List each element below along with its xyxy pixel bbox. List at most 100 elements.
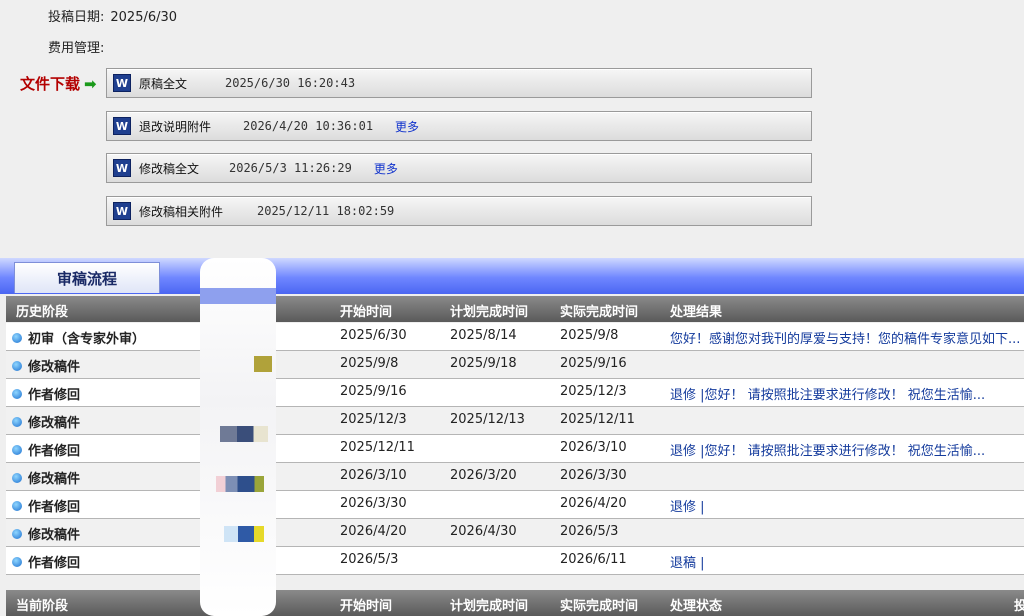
row-actual: 2026/3/10 — [560, 440, 627, 455]
row-result[interactable]: 您好！感谢您对我刊的厚爱与支持！您的稿件专家意见如下... — [670, 328, 1024, 347]
blue-dot-icon — [12, 528, 22, 539]
blue-dot-icon — [12, 388, 22, 399]
row-start: 2025/9/8 — [340, 356, 399, 371]
blue-dot-icon — [12, 472, 22, 483]
row-actual: 2025/12/11 — [560, 412, 635, 427]
document-icon: W — [113, 202, 131, 220]
table-row[interactable]: 修改稿件 2025/12/3 2025/12/13 2025/12/11 — [6, 407, 1024, 435]
row-stage-label: 修改稿件 — [28, 416, 81, 431]
row-plan: 2026/3/20 — [450, 468, 517, 483]
row-stage[interactable]: 修改稿件 — [12, 356, 80, 375]
row-actual: 2025/9/16 — [560, 356, 627, 371]
file-name[interactable]: 退改说明附件 — [139, 118, 243, 135]
row-result[interactable]: 退修 |您好！ 请按照批注要求进行修改！ 祝您生活愉... — [670, 440, 1024, 459]
row-start: 2025/12/3 — [340, 412, 407, 427]
redacted-pixel — [216, 476, 264, 492]
row-stage-label: 初审（含专家外审） — [28, 332, 146, 347]
footer-start: 开始时间 — [340, 599, 393, 614]
blue-dot-icon — [12, 416, 22, 427]
header-start: 开始时间 — [340, 305, 393, 320]
redacted-pixel — [254, 356, 272, 372]
file-item-original[interactable]: W 原稿全文 2025/6/30 16:20:43 — [106, 68, 812, 98]
blue-dot-icon — [12, 500, 22, 511]
file-item-revised-attachments[interactable]: W 修改稿相关附件 2025/12/11 18:02:59 — [106, 196, 812, 226]
current-stage-header: 当前阶段 开始时间 计划完成时间 实际完成时间 处理状态 投 — [6, 590, 1024, 616]
row-actual: 2026/4/20 — [560, 496, 627, 511]
row-stage[interactable]: 作者修回 — [12, 496, 80, 515]
row-plan: 2026/4/30 — [450, 524, 517, 539]
history-table-header: 历史阶段 开始时间 计划完成时间 实际完成时间 处理结果 — [6, 296, 1024, 322]
footer-status: 处理状态 — [670, 599, 723, 614]
row-actual: 2026/6/11 — [560, 552, 627, 567]
footer-actual: 实际完成时间 — [560, 599, 639, 614]
row-stage[interactable]: 修改稿件 — [12, 412, 80, 431]
redacted-pixel — [224, 526, 264, 542]
submission-date-label: 投稿日期: — [48, 10, 105, 25]
table-row[interactable]: 作者修回 2026/3/30 2026/4/20 退修 | — [6, 491, 1024, 519]
row-stage-label: 修改稿件 — [28, 472, 81, 487]
green-arrow-icon: ➡ — [84, 74, 97, 93]
table-row[interactable]: 修改稿件 2025/9/8 2025/9/18 2025/9/16 — [6, 351, 1024, 379]
row-result[interactable]: 退稿 | — [670, 552, 1024, 571]
row-stage[interactable]: 初审（含专家外审） — [12, 328, 145, 347]
file-item-revised-manuscript[interactable]: W 修改稿全文 2026/5/3 11:26:29 更多 — [106, 153, 812, 183]
document-icon: W — [113, 159, 131, 177]
row-stage[interactable]: 修改稿件 — [12, 524, 80, 543]
row-stage-label: 作者修回 — [28, 500, 81, 515]
row-result[interactable]: 退修 |您好！ 请按照批注要求进行修改！ 祝您生活愉... — [670, 384, 1024, 403]
blue-dot-icon — [12, 332, 22, 343]
blue-dot-icon — [12, 444, 22, 455]
more-link[interactable]: 更多 — [395, 118, 419, 135]
table-row[interactable]: 作者修回 2026/5/3 2026/6/11 退稿 | — [6, 547, 1024, 575]
row-actual: 2025/12/3 — [560, 384, 627, 399]
row-actual: 2025/9/8 — [560, 328, 619, 343]
row-stage[interactable]: 修改稿件 — [12, 468, 80, 487]
table-row[interactable]: 修改稿件 2026/4/20 2026/4/30 2026/5/3 — [6, 519, 1024, 547]
file-name[interactable]: 原稿全文 — [139, 75, 225, 92]
fee-management-label: 费用管理: — [48, 41, 105, 56]
footer-plan: 计划完成时间 — [450, 599, 529, 614]
file-download-text: 文件下载 — [20, 75, 81, 93]
table-row[interactable]: 初审（含专家外审） 2025/6/30 2025/8/14 2025/9/8 您好！感谢… — [6, 323, 1024, 351]
header-result: 处理结果 — [670, 305, 723, 320]
document-icon: W — [113, 74, 131, 92]
row-stage-label: 作者修回 — [28, 388, 81, 403]
blue-dot-icon — [12, 360, 22, 371]
row-stage[interactable]: 作者修回 — [12, 440, 80, 459]
row-stage-label: 修改稿件 — [28, 360, 81, 375]
more-link[interactable]: 更多 — [374, 160, 398, 177]
file-time: 2025/6/30 16:20:43 — [225, 76, 356, 90]
file-name[interactable]: 修改稿全文 — [139, 160, 229, 177]
row-stage[interactable]: 作者修回 — [12, 384, 80, 403]
row-stage[interactable]: 作者修回 — [12, 552, 80, 571]
table-row[interactable]: 修改稿件 2026/3/10 2026/3/20 2026/3/30 — [6, 463, 1024, 491]
row-plan: 2025/8/14 — [450, 328, 517, 343]
file-item-revision-note[interactable]: W 退改说明附件 2026/4/20 10:36:01 更多 — [106, 111, 812, 141]
row-start: 2025/9/16 — [340, 384, 407, 399]
header-stage: 历史阶段 — [16, 305, 69, 320]
tab-review-process[interactable]: 审稿流程 — [14, 262, 160, 293]
row-start: 2025/12/11 — [340, 440, 415, 455]
file-name[interactable]: 修改稿相关附件 — [139, 203, 257, 220]
file-time: 2025/12/11 18:02:59 — [257, 204, 395, 218]
row-result[interactable]: 退修 | — [670, 496, 1024, 515]
blue-dot-icon — [12, 556, 22, 567]
document-icon: W — [113, 117, 131, 135]
row-actual: 2026/3/30 — [560, 468, 627, 483]
submission-date-row: 投稿日期: 2025/6/30 — [48, 6, 177, 25]
row-start: 2025/6/30 — [340, 328, 407, 343]
row-stage-label: 修改稿件 — [28, 528, 81, 543]
table-row[interactable]: 作者修回 2025/9/16 2025/12/3 退修 |您好！ 请按照批注要求进行修… — [6, 379, 1024, 407]
file-download-label: 文件下载 ➡ — [20, 73, 97, 94]
row-start: 2026/4/20 — [340, 524, 407, 539]
row-start: 2026/3/10 — [340, 468, 407, 483]
header-actual: 实际完成时间 — [560, 305, 639, 320]
row-stage-label: 作者修回 — [28, 444, 81, 459]
header-plan: 计划完成时间 — [450, 305, 529, 320]
submission-date-value: 2025/6/30 — [110, 10, 178, 25]
row-start: 2026/3/30 — [340, 496, 407, 511]
row-plan: 2025/12/13 — [450, 412, 525, 427]
redacted-pixel — [220, 426, 268, 442]
row-start: 2026/5/3 — [340, 552, 399, 567]
table-row[interactable]: 作者修回 2025/12/11 2026/3/10 退修 |您好！ 请按照批注要求进行… — [6, 435, 1024, 463]
